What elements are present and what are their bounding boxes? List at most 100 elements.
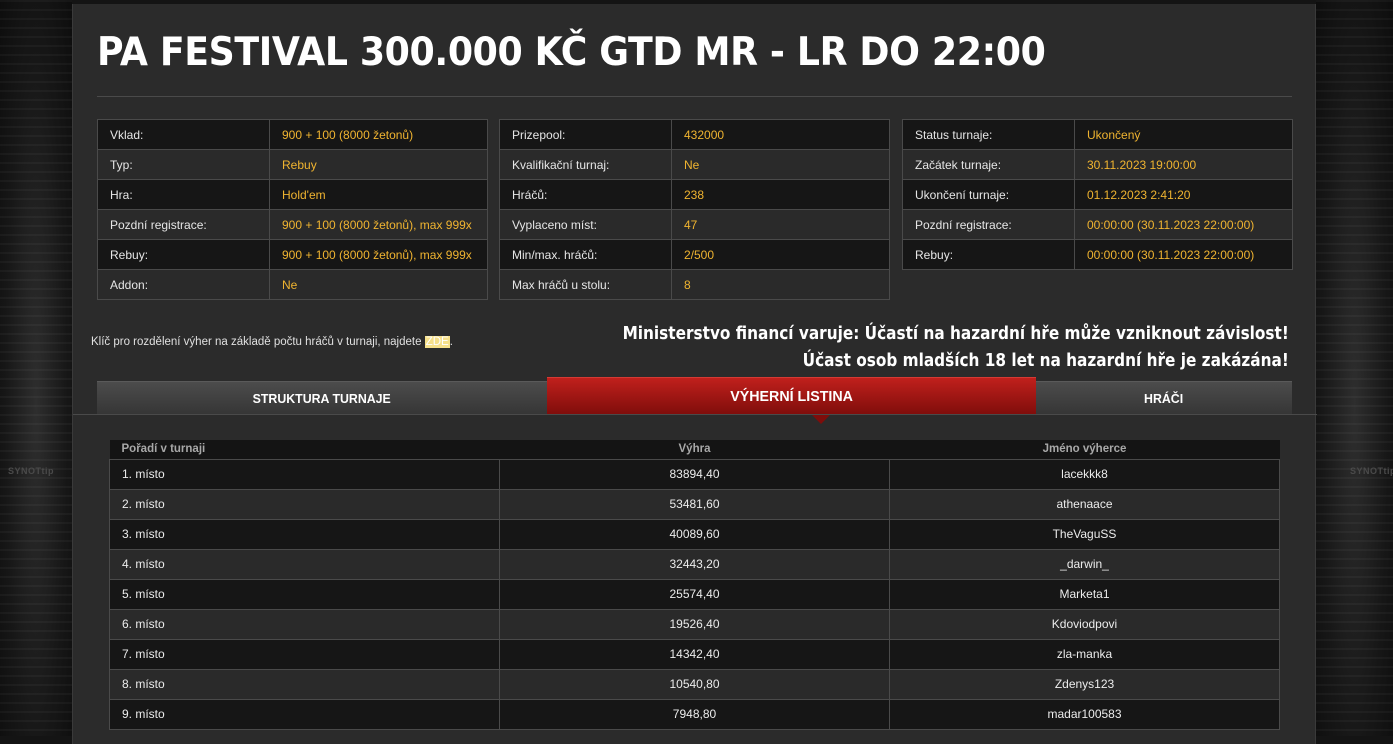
info-value: 900 + 100 (8000 žetonů), max 999x — [269, 209, 488, 240]
rank-cell: 3. místo — [109, 518, 500, 550]
info-row: Vklad: 900 + 100 (8000 žetonů) — [97, 119, 488, 150]
winner-name-cell: zla-manka — [889, 638, 1280, 670]
info-value: 00:00:00 (30.11.2023 22:00:00) — [1074, 239, 1293, 270]
tab-label: HRÁČI — [1144, 391, 1184, 406]
column-header-rank: Pořadí v turnaji — [109, 440, 500, 459]
info-label: Typ: — [97, 149, 270, 180]
prize-key-text: Klíč pro rozdělení výher na základě počt… — [91, 336, 425, 348]
table-row: 2. místo 53481,60 athenaace — [109, 488, 1280, 520]
info-value: 8 — [671, 269, 890, 300]
info-row: Vyplaceno míst: 47 — [499, 209, 890, 240]
tab-tournament-structure[interactable]: STRUKTURA TURNAJE — [97, 381, 547, 415]
gambling-warning-line: Ministerstvo financí varuje: Účastí na h… — [622, 323, 1289, 344]
background-stadium-right: SYNOTtip — [1316, 0, 1393, 736]
gambling-warning-line: Účast osob mladších 18 let na hazardní h… — [802, 350, 1289, 371]
prize-cell: 10540,80 — [499, 668, 890, 700]
info-value: Ne — [671, 149, 890, 180]
winner-name-cell: _darwin_ — [889, 548, 1280, 580]
info-label: Rebuy: — [902, 239, 1075, 270]
info-label: Rebuy: — [97, 239, 270, 270]
prize-cell: 7948,80 — [499, 698, 890, 730]
prize-key-suffix: . — [449, 336, 453, 348]
info-label: Hráčů: — [499, 179, 672, 210]
winner-name-cell: athenaace — [889, 488, 1280, 520]
prize-cell: 53481,60 — [499, 488, 890, 520]
info-row: Pozdní registrace: 900 + 100 (8000 žetonů… — [97, 209, 488, 240]
info-value: 900 + 100 (8000 žetonů), max 999x — [269, 239, 488, 270]
table-row: 7. místo 14342,40 zla-manka — [109, 638, 1280, 670]
prize-cell: 14342,40 — [499, 638, 890, 670]
tab-label: STRUKTURA TURNAJE — [252, 391, 392, 406]
info-value: Rebuy — [269, 149, 488, 180]
info-value: 238 — [671, 179, 890, 210]
info-row: Max hráčů u stolu: 8 — [499, 269, 890, 300]
rank-cell: 7. místo — [109, 638, 500, 670]
info-table-prizepool: Prizepool: 432000 Kvalifikační turnaj: Ne … — [499, 119, 890, 300]
rank-cell: 5. místo — [109, 578, 500, 610]
info-row: Pozdní registrace: 00:00:00 (30.11.2023 2… — [902, 209, 1293, 240]
winner-name-cell: lacekkk8 — [889, 458, 1280, 490]
prize-cell: 25574,40 — [499, 578, 890, 610]
info-row: Rebuy: 00:00:00 (30.11.2023 22:00:00) — [902, 239, 1293, 270]
info-label: Addon: — [97, 269, 270, 300]
info-label: Prizepool: — [499, 119, 672, 150]
info-value: 2/500 — [671, 239, 890, 270]
table-header-row: Pořadí v turnaji Výhra Jméno výherce — [109, 440, 1280, 459]
info-label: Kvalifikační turnaj: — [499, 149, 672, 180]
info-value: Hold'em — [269, 179, 488, 210]
tournament-tabs: STRUKTURA TURNAJE HRÁČI VÝHERNÍ LISTINA — [97, 377, 1292, 424]
tabs-divider — [73, 414, 1317, 415]
prize-cell: 40089,60 — [499, 518, 890, 550]
info-label: Začátek turnaje: — [902, 149, 1075, 180]
rank-cell: 4. místo — [109, 548, 500, 580]
info-label: Max hráčů u stolu: — [499, 269, 672, 300]
info-row: Hra: Hold'em — [97, 179, 488, 210]
tournament-panel: PA FESTIVAL 300.000 KČ GTD MR - LR DO 22… — [72, 4, 1317, 744]
table-row: 9. místo 7948,80 madar100583 — [109, 698, 1280, 730]
info-row: Status turnaje: Ukončený — [902, 119, 1293, 150]
tab-label: VÝHERNÍ LISTINA — [730, 388, 853, 405]
rank-cell: 9. místo — [109, 698, 500, 730]
info-label: Min/max. hráčů: — [499, 239, 672, 270]
info-row: Addon: Ne — [97, 269, 488, 300]
rank-cell: 6. místo — [109, 608, 500, 640]
background-brand-text: SYNOTtip — [8, 466, 54, 476]
winner-name-cell: TheVaguSS — [889, 518, 1280, 550]
rank-cell: 1. místo — [109, 458, 500, 490]
tab-winners-list[interactable]: VÝHERNÍ LISTINA — [547, 377, 1036, 415]
background-stadium-left: SYNOTtip — [0, 0, 72, 736]
table-row: 3. místo 40089,60 TheVaguSS — [109, 518, 1280, 550]
table-row: 5. místo 25574,40 Marketa1 — [109, 578, 1280, 610]
info-row: Rebuy: 900 + 100 (8000 žetonů), max 999x — [97, 239, 488, 270]
info-value: Ukončený — [1074, 119, 1293, 150]
info-value: 900 + 100 (8000 žetonů) — [269, 119, 488, 150]
page-title: PA FESTIVAL 300.000 KČ GTD MR - LR DO 22… — [97, 30, 1046, 75]
table-row: 1. místo 83894,40 lacekkk8 — [109, 458, 1280, 490]
info-value: 01.12.2023 2:41:20 — [1074, 179, 1293, 210]
info-row: Začátek turnaje: 30.11.2023 19:00:00 — [902, 149, 1293, 180]
table-row: 4. místo 32443,20 _darwin_ — [109, 548, 1280, 580]
winners-table-body: 1. místo 83894,40 lacekkk8 2. místo 53481,60… — [109, 458, 1280, 730]
info-row: Kvalifikační turnaj: Ne — [499, 149, 890, 180]
info-table-status: Status turnaje: Ukončený Začátek turnaje:… — [902, 119, 1293, 270]
info-label: Status turnaje: — [902, 119, 1075, 150]
info-row: Hráčů: 238 — [499, 179, 890, 210]
info-label: Hra: — [97, 179, 270, 210]
prize-cell: 83894,40 — [499, 458, 890, 490]
info-label: Vyplaceno míst: — [499, 209, 672, 240]
info-table-entry: Vklad: 900 + 100 (8000 žetonů) Typ: Rebuy … — [97, 119, 488, 300]
title-divider — [97, 96, 1292, 97]
column-header-winner: Jméno výherce — [889, 440, 1280, 459]
tab-players[interactable]: HRÁČI — [1036, 381, 1292, 415]
prize-key-link[interactable]: ZDE — [424, 336, 450, 348]
prize-cell: 32443,20 — [499, 548, 890, 580]
gambling-warning: Ministerstvo financí varuje: Účastí na h… — [623, 320, 1289, 374]
info-label: Vklad: — [97, 119, 270, 150]
winner-name-cell: Kdoviodpovi — [889, 608, 1280, 640]
info-value: Ne — [269, 269, 488, 300]
info-row: Typ: Rebuy — [97, 149, 488, 180]
table-row: 6. místo 19526,40 Kdoviodpovi — [109, 608, 1280, 640]
info-label: Ukončení turnaje: — [902, 179, 1075, 210]
info-row: Min/max. hráčů: 2/500 — [499, 239, 890, 270]
info-row: Prizepool: 432000 — [499, 119, 890, 150]
